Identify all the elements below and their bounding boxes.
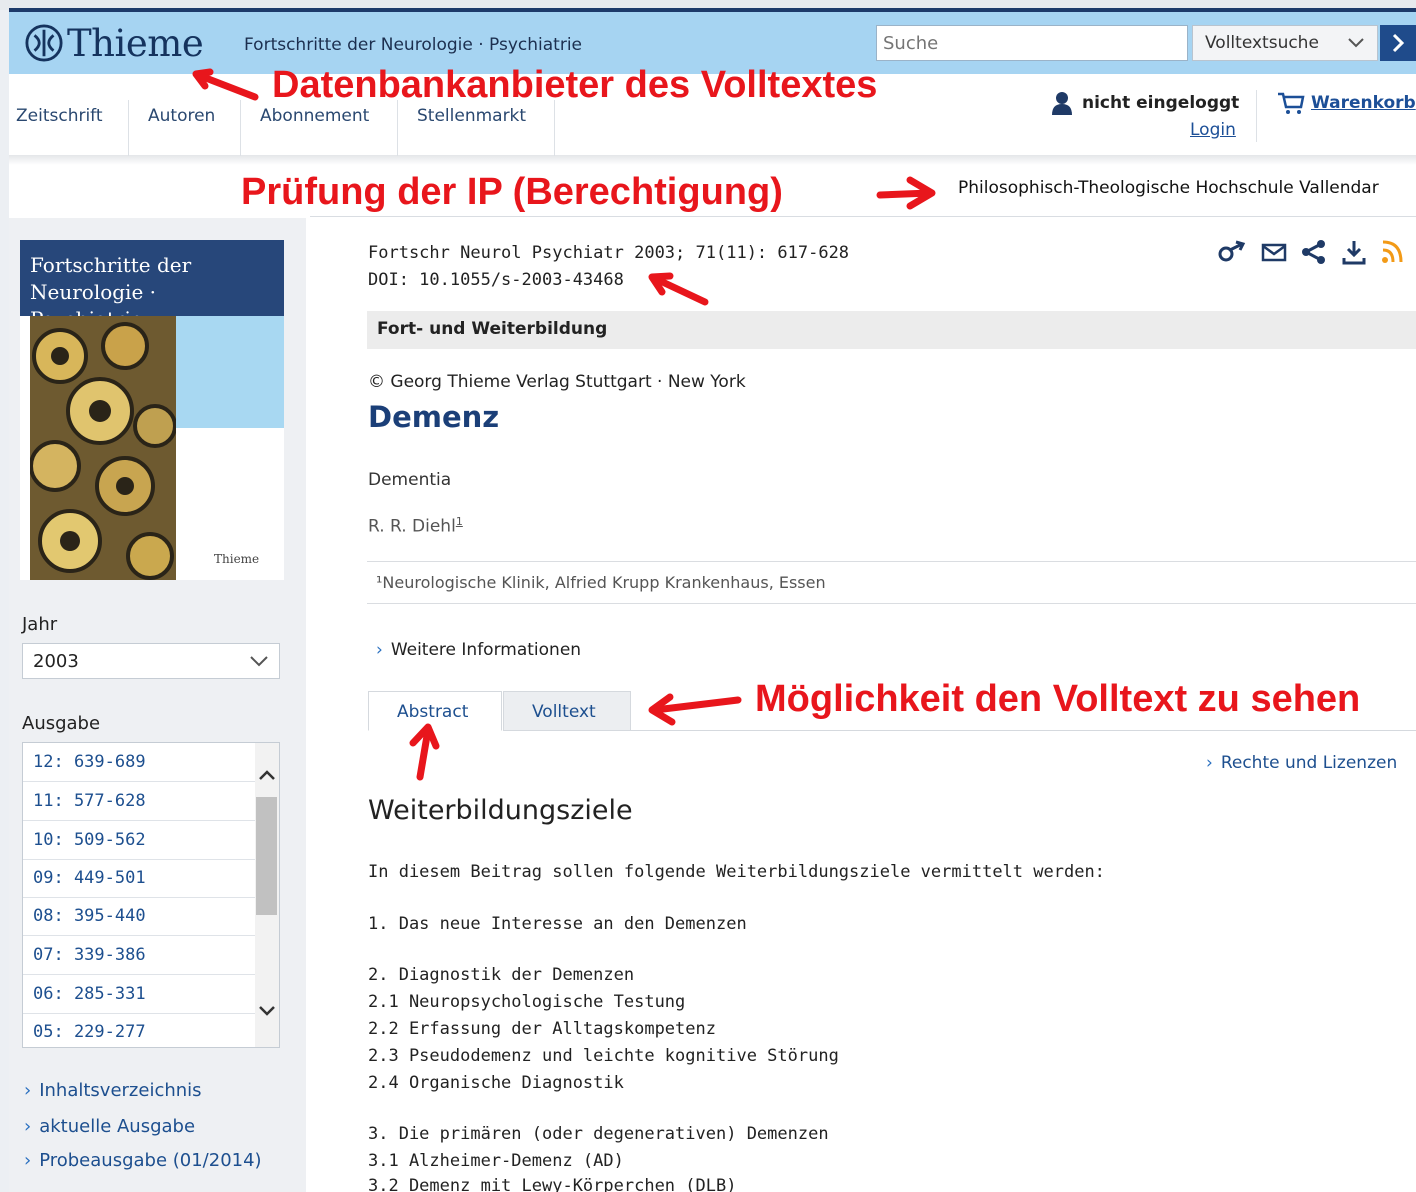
annotation-arrows (192, 68, 936, 781)
